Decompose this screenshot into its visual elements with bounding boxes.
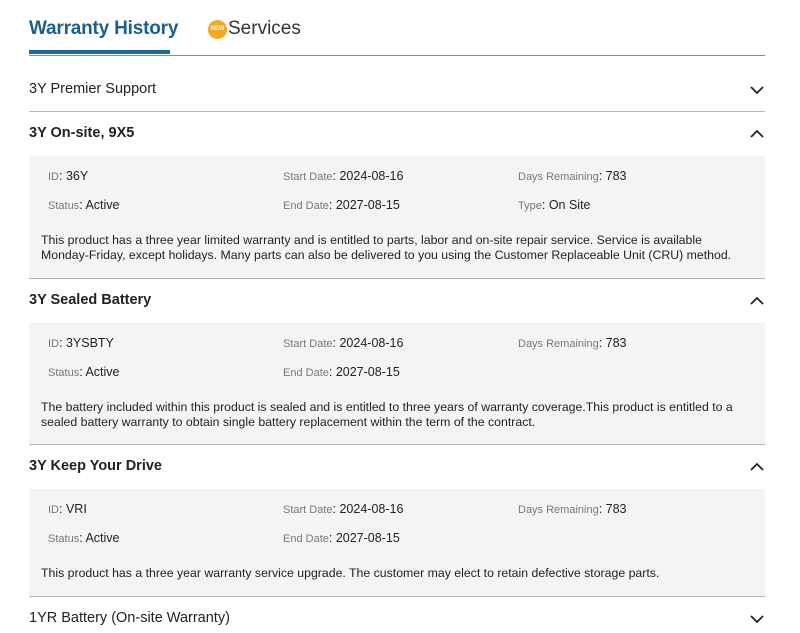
chevron-down-icon[interactable] — [749, 84, 765, 96]
tab-services-label: Services — [228, 18, 301, 39]
start-date-field: Start Date: 2024-08-16 — [283, 336, 404, 350]
warranty-item-1yr-battery: 1YR Battery (On-site Warranty) — [29, 597, 765, 633]
warranty-item-onsite-9x5: 3Y On-site, 9X5 ID: 36Y Start Date: 2024… — [29, 112, 765, 278]
warranty-item-header[interactable]: 3Y On-site, 9X5 — [29, 112, 765, 156]
warranty-item-keep-your-drive: 3Y Keep Your Drive ID: VRI Start Date: 2… — [29, 445, 765, 596]
warranty-item-sealed-battery: 3Y Sealed Battery ID: 3YSBTY Start Date:… — [29, 279, 765, 445]
active-tab-indicator — [29, 50, 170, 54]
warranty-description: This product has a three year limited wa… — [41, 233, 732, 262]
chevron-down-icon[interactable] — [749, 613, 765, 625]
warranty-description: This product has a three year warranty s… — [41, 566, 660, 580]
warranty-item-header[interactable]: 3Y Sealed Battery — [29, 279, 765, 323]
id-field: ID: VRI — [48, 502, 87, 516]
warranty-item-title: 3Y Sealed Battery — [29, 292, 152, 308]
id-field: ID: 36Y — [48, 169, 89, 183]
chevron-up-icon[interactable] — [749, 295, 765, 307]
start-date-field: Start Date: 2024-08-16 — [283, 502, 404, 516]
warranty-description: The battery included within this product… — [41, 400, 733, 429]
status-field: Status: Active — [48, 531, 120, 545]
warranty-item-title: 3Y Keep Your Drive — [29, 458, 162, 474]
warranty-item-header[interactable]: 3Y Premier Support — [29, 68, 765, 112]
days-remaining-field: Days Remaining: 783 — [518, 336, 627, 350]
tab-services[interactable]: NEW Services — [208, 18, 301, 40]
type-field: Type: On Site — [518, 198, 591, 212]
warranty-details: ID: VRI Start Date: 2024-08-16 Days Rema… — [29, 489, 765, 596]
warranty-item-premier-support: 3Y Premier Support — [29, 68, 765, 112]
end-date-field: End Date: 2027-08-15 — [283, 198, 400, 212]
days-remaining-field: Days Remaining: 783 — [518, 169, 627, 183]
warranty-item-title: 3Y Premier Support — [29, 81, 157, 97]
warranty-details: ID: 3YSBTY Start Date: 2024-08-16 Days R… — [29, 323, 765, 445]
warranty-item-title: 3Y On-site, 9X5 — [29, 125, 135, 141]
end-date-field: End Date: 2027-08-15 — [283, 531, 400, 545]
tab-bar: Warranty History NEW Services — [29, 0, 765, 56]
warranty-item-title: 1YR Battery (On-site Warranty) — [29, 610, 230, 626]
id-field: ID: 3YSBTY — [48, 336, 114, 350]
start-date-field: Start Date: 2024-08-16 — [283, 169, 404, 183]
chevron-up-icon[interactable] — [749, 461, 765, 473]
status-field: Status: Active — [48, 198, 120, 212]
chevron-up-icon[interactable] — [749, 128, 765, 140]
warranty-item-header[interactable]: 3Y Keep Your Drive — [29, 445, 765, 489]
days-remaining-field: Days Remaining: 783 — [518, 502, 627, 516]
warranty-item-header[interactable]: 1YR Battery (On-site Warranty) — [29, 597, 765, 633]
new-badge-icon: NEW — [208, 19, 227, 39]
warranty-details: ID: 36Y Start Date: 2024-08-16 Days Rema… — [29, 156, 765, 278]
end-date-field: End Date: 2027-08-15 — [283, 365, 400, 379]
tab-warranty-history[interactable]: Warranty History — [29, 18, 178, 40]
status-field: Status: Active — [48, 365, 120, 379]
